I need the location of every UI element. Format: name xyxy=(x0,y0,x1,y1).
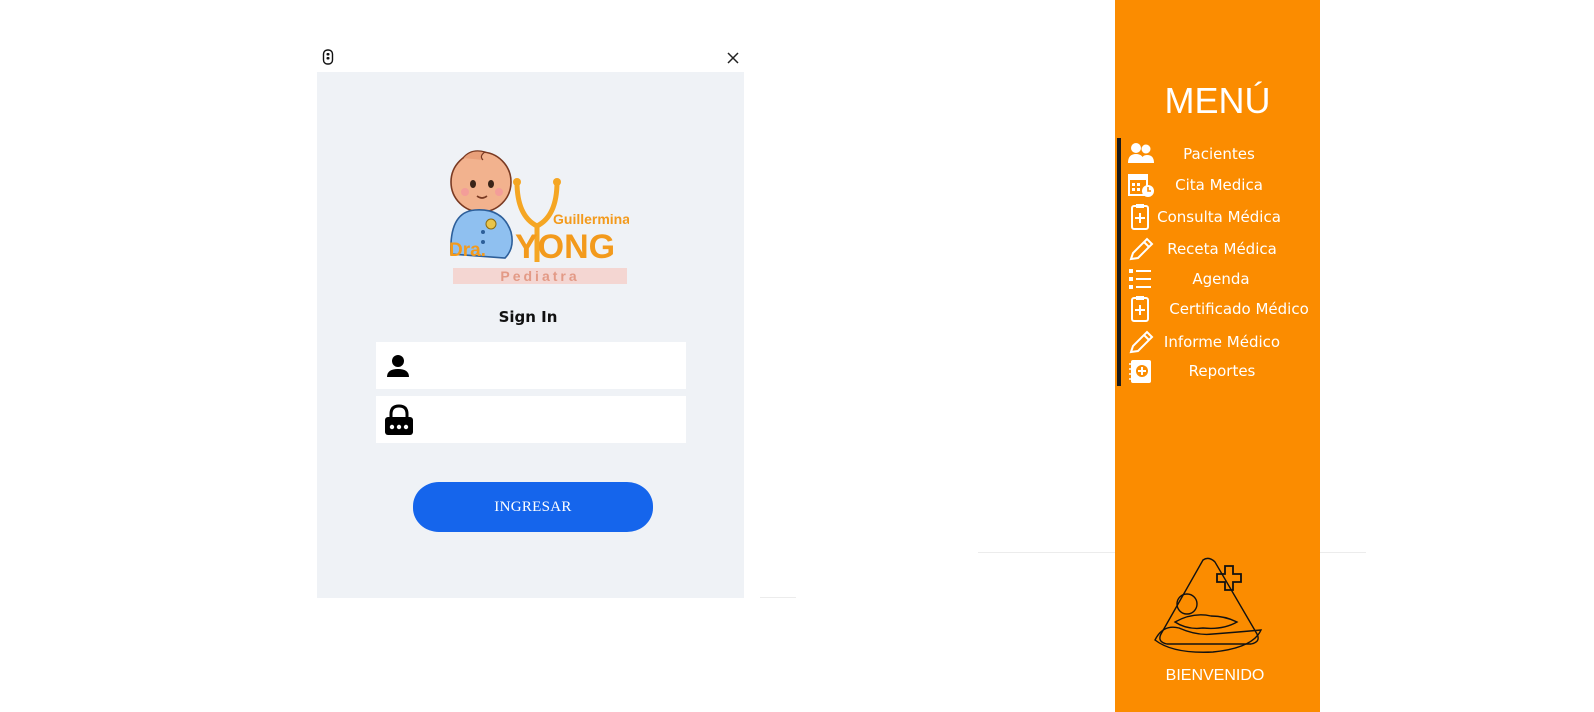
title-bar xyxy=(317,44,744,72)
welcome-text: BIENVENIDO xyxy=(1165,667,1265,684)
sidebar-item-consulta-medica[interactable]: Consulta Médica xyxy=(1115,202,1320,232)
divider-line xyxy=(1320,552,1366,553)
login-window: Guillermina Dra. YONG Pediatra Sign In I… xyxy=(317,44,744,598)
sidebar-item-label: Consulta Médica xyxy=(1157,208,1281,226)
sidebar-item-label: Cita Medica xyxy=(1175,176,1263,194)
list-icon xyxy=(1129,269,1151,289)
sidebar-item-cita-medica[interactable]: Cita Medica xyxy=(1115,170,1320,200)
sidebar-item-label: Informe Médico xyxy=(1163,333,1281,351)
sign-in-title: Sign In xyxy=(498,308,558,326)
sidebar-item-pacientes[interactable]: Pacientes xyxy=(1115,139,1320,169)
login-button[interactable]: INGRESAR xyxy=(413,482,653,532)
sidebar-item-label: Certificado Médico xyxy=(1169,300,1309,318)
pen-icon xyxy=(1129,330,1154,354)
sidebar-menu: MENÚ Pacientes Cita Medica Consulta Médi… xyxy=(1115,0,1320,712)
logo-name-top: Guillermina xyxy=(553,211,629,227)
patients-icon xyxy=(1128,143,1154,163)
logo-name-prefix: Dra. xyxy=(449,240,486,261)
clipboard-plus-icon xyxy=(1131,296,1149,322)
sidebar-item-label: Reportes xyxy=(1188,362,1256,380)
logo-name-main: YONG xyxy=(515,228,615,266)
pen-icon xyxy=(1129,237,1154,261)
password-input[interactable] xyxy=(424,396,684,445)
sidebar-item-label: Receta Médica xyxy=(1167,240,1277,258)
menu-title: MENÚ xyxy=(1164,80,1271,121)
close-icon[interactable] xyxy=(724,49,742,67)
login-panel: Guillermina Dra. YONG Pediatra Sign In I… xyxy=(317,72,744,598)
baby-care-icon xyxy=(1154,557,1263,653)
report-icon xyxy=(1129,360,1151,383)
app-icon xyxy=(322,49,334,65)
password-field[interactable] xyxy=(376,396,686,445)
sidebar-item-reportes[interactable]: Reportes xyxy=(1115,356,1320,386)
sidebar-item-label: Pacientes xyxy=(1183,145,1255,163)
username-input[interactable] xyxy=(424,342,684,391)
user-icon xyxy=(387,355,409,377)
username-field[interactable] xyxy=(376,342,686,391)
calendar-icon xyxy=(1128,174,1154,197)
clipboard-plus-icon xyxy=(1131,204,1149,230)
sidebar-item-label: Agenda xyxy=(1192,270,1250,288)
divider-line xyxy=(978,552,1115,553)
sidebar-item-agenda[interactable]: Agenda xyxy=(1115,264,1320,294)
sidebar-item-informe-medico[interactable]: Informe Médico xyxy=(1115,327,1320,357)
lock-icon xyxy=(385,404,413,435)
divider-line xyxy=(760,597,796,598)
sidebar-item-receta-medica[interactable]: Receta Médica xyxy=(1115,234,1320,264)
logo-image: Guillermina Dra. YONG Pediatra xyxy=(449,150,629,284)
sidebar-item-certificado-medico[interactable]: Certificado Médico xyxy=(1115,294,1320,324)
logo-specialty: Pediatra xyxy=(500,268,579,284)
